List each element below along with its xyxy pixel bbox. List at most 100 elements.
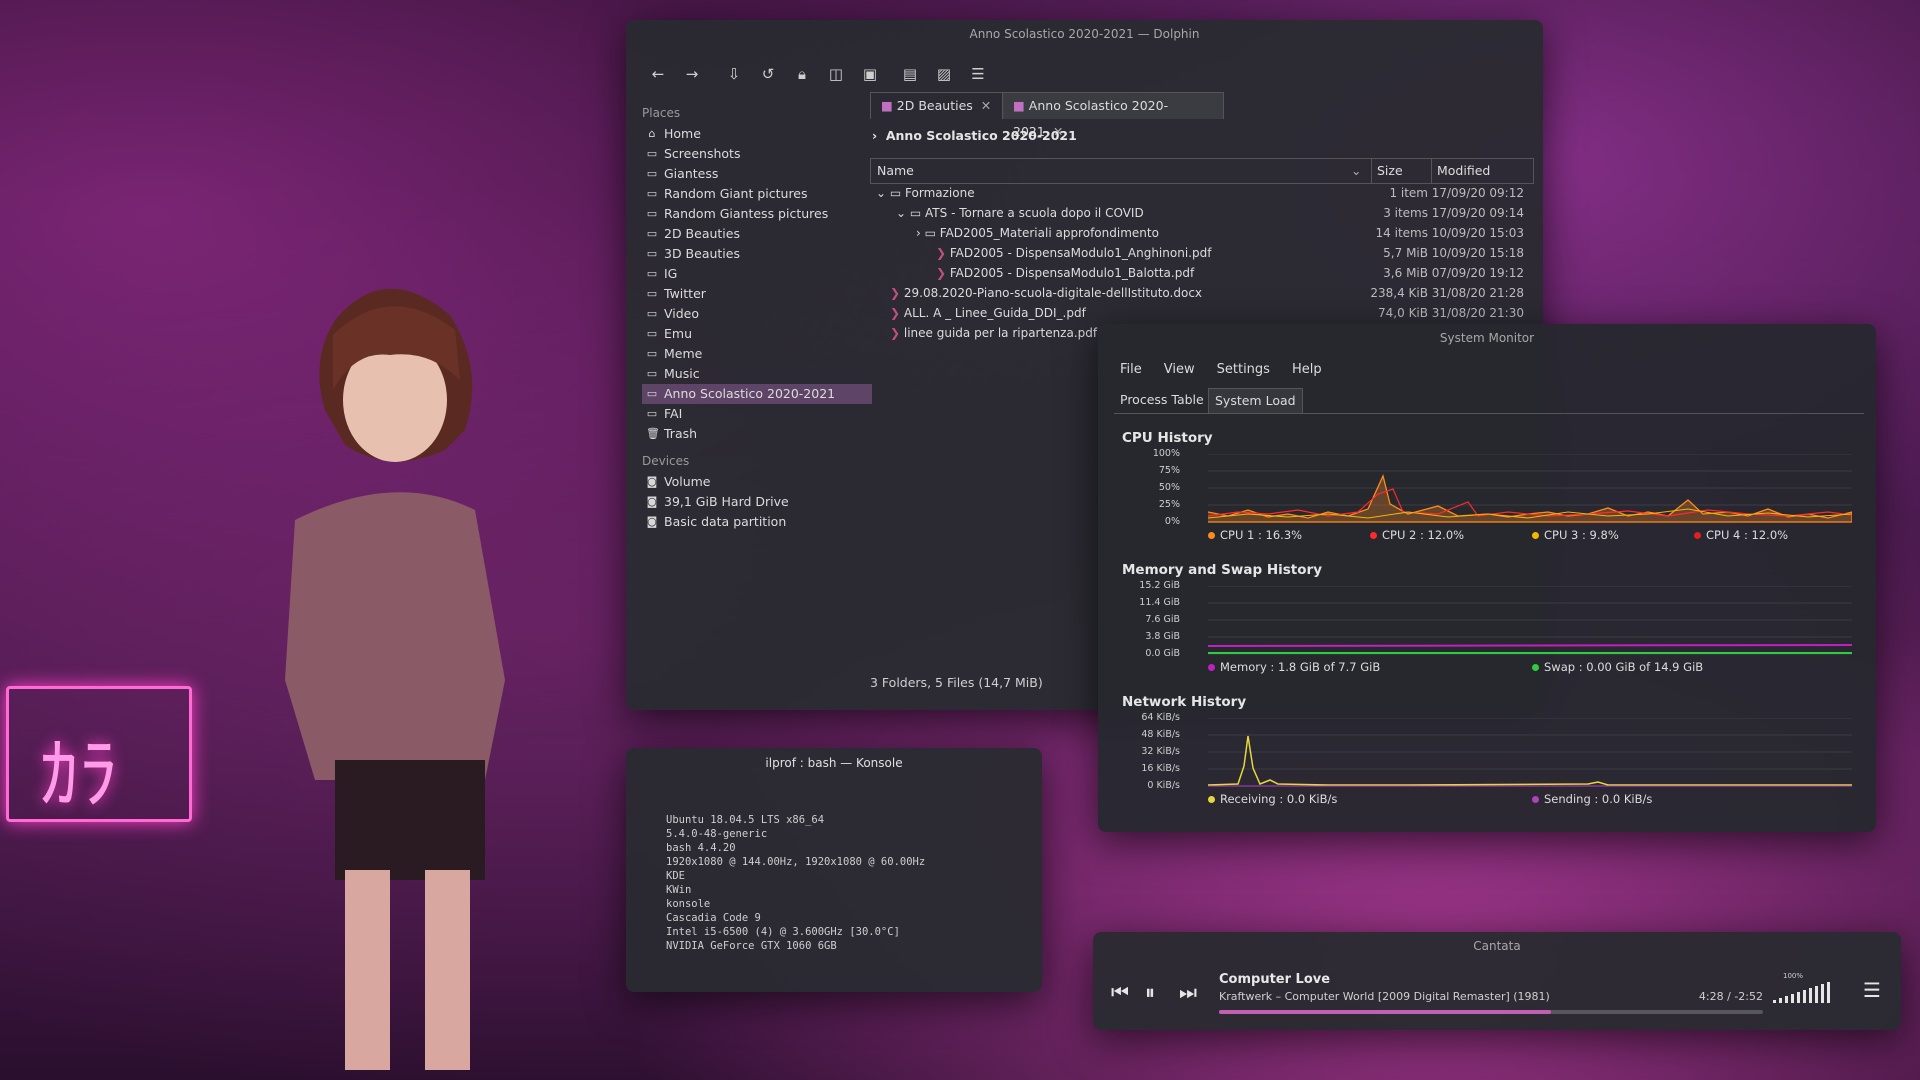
y-tick: 16 KiB/s: [1141, 763, 1180, 774]
wallpaper-neon-glyphs: ｶﾗ: [40, 730, 119, 820]
menu-view[interactable]: View: [1164, 362, 1195, 377]
place-label: Random Giant pictures: [664, 186, 808, 201]
breadcrumb[interactable]: › Anno Scolastico 2020-2021: [872, 128, 1077, 143]
memory-legend: Memory : 1.8 GiB of 7.7 GiB: [1208, 660, 1380, 674]
place-2d-beauties[interactable]: ▭ 2D Beauties: [642, 224, 872, 244]
folder-icon: ▭: [646, 307, 658, 320]
status-bar: 3 Folders, 5 Files (14,7 MiB): [870, 675, 1043, 690]
column-name[interactable]: Name: [877, 163, 914, 178]
table-row[interactable]: ❯ FAD2005 - DispensaModulo1_Anghinoni.pd…: [870, 243, 1532, 263]
place-giantess[interactable]: ▭ Giantess: [642, 164, 872, 184]
place-meme[interactable]: ▭ Meme: [642, 344, 872, 364]
terminal-icon[interactable]: ▣: [858, 62, 882, 86]
network-history-title: Network History: [1122, 694, 1247, 710]
y-tick: 64 KiB/s: [1141, 712, 1180, 723]
y-tick: 32 KiB/s: [1141, 746, 1180, 757]
folder-icon: ▭: [646, 347, 658, 360]
legend-label: CPU 1 : 16.3%: [1220, 528, 1303, 542]
chevron-down-icon[interactable]: ⌄: [876, 186, 890, 200]
pause-icon[interactable]: ⏸: [1145, 980, 1155, 1004]
window-title: ilprof : bash — Konsole: [765, 756, 903, 770]
chevron-right-icon[interactable]: ›: [916, 226, 925, 240]
legend-dot: [1208, 531, 1215, 539]
place-random-giantess[interactable]: ▭ Random Giantess pictures: [642, 204, 872, 224]
close-icon[interactable]: ✕: [981, 98, 991, 113]
table-row[interactable]: ⌄ ▭ ATS - Tornare a scuola dopo il COVID…: [870, 203, 1532, 223]
undo-icon[interactable]: ↺: [756, 62, 780, 86]
menu-settings[interactable]: Settings: [1217, 362, 1270, 377]
table-row[interactable]: ❯ FAD2005 - DispensaModulo1_Balotta.pdf 3…: [870, 263, 1532, 283]
folder-icon: ▭: [646, 227, 658, 240]
next-track-icon[interactable]: ⏭: [1179, 980, 1197, 1004]
wallpaper-anime-girl: [285, 288, 505, 1070]
volume-slider[interactable]: [1773, 982, 1845, 1004]
window-title: Anno Scolastico 2020-2021 — Dolphin: [969, 27, 1200, 41]
place-3d-beauties[interactable]: ▭ 3D Beauties: [642, 244, 872, 264]
device-label: Basic data partition: [664, 514, 787, 529]
chevron-down-icon[interactable]: ⌄: [1351, 163, 1361, 178]
place-label: Anno Scolastico 2020-2021: [664, 386, 836, 401]
terminal-output[interactable]: Ubuntu 18.04.5 LTS x86_64 5.4.0-48-gener…: [666, 813, 925, 953]
device-volume[interactable]: ◙ Volume: [642, 472, 872, 492]
terminal-line: Ubuntu 18.04.5 LTS x86_64: [666, 814, 825, 826]
seek-bar[interactable]: [1219, 1010, 1763, 1014]
file-modified: 10/09/20 15:03: [1431, 226, 1524, 240]
device-basic-partition[interactable]: ◙ Basic data partition: [642, 512, 872, 532]
legend-label: Swap : 0.00 GiB of 14.9 GiB: [1544, 660, 1704, 674]
place-fai[interactable]: ▭ FAI: [642, 404, 872, 424]
devices-heading: Devices: [642, 454, 690, 468]
y-tick: 100%: [1152, 448, 1180, 459]
place-label: Random Giantess pictures: [664, 206, 829, 221]
back-icon[interactable]: ←: [646, 62, 670, 86]
drive-icon: ◙: [646, 475, 658, 488]
place-trash[interactable]: 🗑︎ Trash: [642, 424, 872, 444]
legend-dot: [1370, 531, 1377, 539]
folder-icon: ■: [1013, 98, 1029, 113]
table-row[interactable]: ⌄ ▭ Formazione 1 item 17/09/20 09:12: [870, 183, 1532, 203]
menu-icon[interactable]: ☰: [1863, 978, 1881, 1002]
legend-label: Sending : 0.0 KiB/s: [1544, 792, 1653, 806]
place-music[interactable]: ▭ Music: [642, 364, 872, 384]
column-modified[interactable]: Modified: [1437, 163, 1490, 178]
place-ig[interactable]: ▭ IG: [642, 264, 872, 284]
menu-icon[interactable]: ☰: [966, 62, 990, 86]
tab-system-load[interactable]: System Load: [1208, 388, 1303, 413]
device-hard-drive[interactable]: ◙ 39,1 GiB Hard Drive: [642, 492, 872, 512]
chevron-down-icon[interactable]: ⌄: [896, 206, 910, 220]
place-random-giant[interactable]: ▭ Random Giant pictures: [642, 184, 872, 204]
drive-icon: ◙: [646, 495, 658, 508]
pdf-icon: ❯: [936, 246, 950, 260]
forward-icon[interactable]: →: [680, 62, 704, 86]
table-row[interactable]: › ▭ FAD2005_Materiali approfondimento 14 …: [870, 223, 1532, 243]
previous-track-icon[interactable]: ⏮: [1111, 980, 1129, 1004]
preview-icon[interactable]: ▨: [932, 62, 956, 86]
place-label: Meme: [664, 346, 703, 361]
place-label: Video: [664, 306, 700, 321]
place-anno-scolastico[interactable]: ▭ Anno Scolastico 2020-2021: [642, 384, 872, 404]
tab-process-table[interactable]: Process Table: [1114, 388, 1210, 412]
details-view-icon[interactable]: ▤: [898, 62, 922, 86]
split-view-icon[interactable]: ◫: [824, 62, 848, 86]
tab-2d-beauties[interactable]: ■ 2D Beauties ✕: [870, 92, 1004, 119]
place-label: FAI: [664, 406, 683, 421]
lock-icon[interactable]: 🔒︎: [790, 62, 814, 86]
seek-bar-fill: [1219, 1010, 1551, 1014]
device-label: Volume: [664, 474, 711, 489]
table-row[interactable]: ❯ ALL. A _ Linee_Guida_DDI_.pdf 74,0 KiB 3…: [870, 303, 1532, 323]
file-size: 14 items: [1375, 226, 1428, 240]
place-twitter[interactable]: ▭ Twitter: [642, 284, 872, 304]
menu-file[interactable]: File: [1120, 362, 1142, 377]
table-row[interactable]: ❯ 29.08.2020-Piano-scuola-digitale-dellI…: [870, 283, 1532, 303]
place-emu[interactable]: ▭ Emu: [642, 324, 872, 344]
place-video[interactable]: ▭ Video: [642, 304, 872, 324]
menu-help[interactable]: Help: [1292, 362, 1322, 377]
place-screenshots[interactable]: ▭ Screenshots: [642, 144, 872, 164]
tab-anno-scolastico[interactable]: ■ Anno Scolastico 2020-2021 ✕: [1002, 92, 1224, 139]
place-home[interactable]: ⌂ Home: [642, 124, 872, 144]
home-download-icon[interactable]: ⇩: [722, 62, 746, 86]
track-artist-album: Kraftwerk – Computer World [2009 Digital…: [1219, 990, 1550, 1003]
receiving-legend: Receiving : 0.0 KiB/s: [1208, 792, 1337, 806]
column-size[interactable]: Size: [1377, 163, 1403, 178]
track-time: 4:28 / -2:52: [1698, 990, 1763, 1003]
places-panel: Places ⌂ Home ▭ Screenshots ▭ Giantess ▭ Ran…: [642, 100, 872, 532]
